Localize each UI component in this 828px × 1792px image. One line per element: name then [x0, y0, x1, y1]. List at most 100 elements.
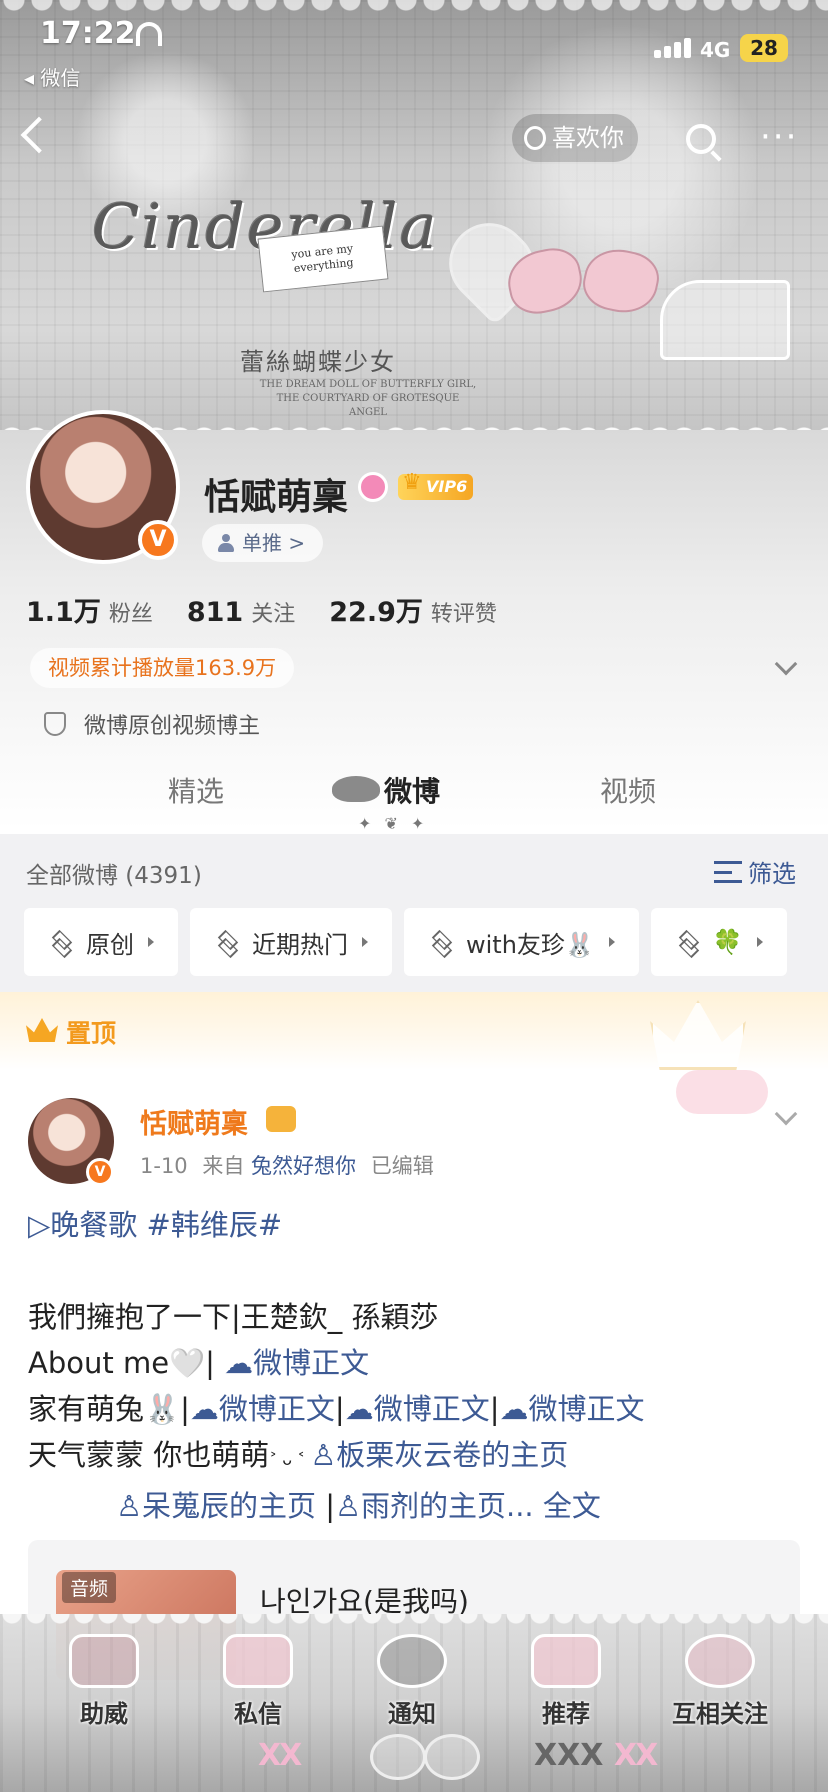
post-date: 1-10 [140, 1154, 188, 1178]
pinned-label: 置顶 [66, 1019, 117, 1048]
post-body: ▷晚餐歌 #韩维辰# 我們擁抱了一下|王楚欽_ 孫穎莎 About me🤍| ☁… [28, 1202, 808, 1529]
chip-recent-hot[interactable]: 近期热门 [190, 908, 392, 976]
nav-messages[interactable]: 私信 [198, 1634, 318, 1734]
nav-cheer[interactable]: 助威 [44, 1634, 164, 1734]
bunny-icon [377, 1634, 447, 1688]
piano-icon [660, 280, 790, 360]
filter-button[interactable]: 筛选 [714, 854, 796, 889]
post-line: 我們擁抱了一下|王楚欽_ 孫穎莎 [28, 1300, 439, 1334]
crown-decoration-icon [650, 1000, 746, 1070]
single-push-button[interactable]: 单推 > [202, 524, 324, 562]
video-play-count[interactable]: 视频累计播放量163.9万 [30, 648, 295, 688]
xx-decoration: XX [258, 1738, 302, 1773]
separator: | [334, 1392, 345, 1426]
chip-clover[interactable]: 🍀 [650, 908, 787, 976]
triangle-right-icon [148, 937, 154, 947]
signal-icon [654, 36, 694, 58]
single-push-label: 单推 > [242, 531, 306, 555]
weibo-post-link[interactable]: ☁微博正文 [345, 1392, 490, 1426]
filter-label: 筛选 [748, 860, 796, 888]
chip-label: with友珍🐰 [466, 930, 595, 959]
stat-num: 1.1万 [26, 597, 101, 628]
nav-label: 推荐 [542, 1700, 590, 1728]
chevron-down-icon[interactable] [774, 1102, 798, 1126]
post-source-link[interactable]: 兔然好想你 [251, 1154, 356, 1178]
post-line: ♙呆蒐辰的主页 |♙雨剂的主页... 全文 [28, 1483, 808, 1529]
profile-username: 恬赋萌稟 [204, 477, 349, 518]
weibo-post-link[interactable]: ☁微博正文 [224, 1346, 369, 1380]
profile-tabs: 精选 微博 视频 ✦ ❦ ✦ [0, 760, 828, 833]
pink-badge-icon[interactable] [358, 472, 388, 502]
verified-badge-icon: V [86, 1158, 114, 1186]
layers-icon [50, 931, 72, 953]
back-to-app-link[interactable]: ◂ 微信 [24, 62, 80, 91]
layers-icon [430, 931, 452, 953]
tab-weibo[interactable]: 微博 [384, 770, 440, 810]
stat-label: 转评赞 [430, 602, 497, 627]
chip-with-friend[interactable]: with友珍🐰 [404, 908, 639, 976]
xxx-decoration: XXX [534, 1738, 604, 1773]
creator-label: 微博原创视频博主 [84, 714, 261, 739]
more-icon[interactable]: ··· [760, 120, 798, 154]
verified-badge-icon: V [138, 520, 178, 560]
post-text: 天气蒙蒙 你也萌萌 [28, 1438, 270, 1472]
post-text: About me🤍| [28, 1346, 225, 1380]
heart-crown-icon [69, 1634, 139, 1688]
weibo-post-link[interactable]: ☁微博正文 [190, 1392, 335, 1426]
tab-featured[interactable]: 精选 [168, 770, 224, 810]
tab-video[interactable]: 视频 [600, 770, 656, 810]
post-edited: 已编辑 [370, 1154, 434, 1178]
search-icon[interactable] [686, 124, 716, 154]
post-meta: 1-10 来自 兔然好想你 已编辑 [140, 1150, 434, 1180]
chip-label: 🍀 [712, 928, 743, 956]
post-author[interactable]: 恬赋萌稟 [140, 1102, 248, 1141]
chip-original[interactable]: 原创 [24, 908, 178, 976]
stat-interactions[interactable]: 22.9万 转评赞 [329, 590, 497, 629]
banner-card: you are my everything [257, 225, 389, 293]
like-you-button[interactable]: 喜欢你 [512, 114, 638, 162]
nav-mutual-follow[interactable]: 互相关注 [660, 1634, 780, 1734]
emoticon: ˃ ᴗ ˂ [269, 1450, 311, 1469]
nav-recommend[interactable]: 推荐 [506, 1634, 626, 1734]
layers-icon [216, 931, 238, 953]
nav-notifications[interactable]: 通知 [352, 1634, 472, 1734]
vip-crown-icon [266, 1106, 296, 1132]
bottom-nav-bar: 助威 私信 通知 推荐 互相关注 XX XXX XX [0, 1614, 828, 1792]
post-line: 天气蒙蒙 你也萌萌˃ ᴗ ˂ ♙板栗灰云卷的主页 [28, 1432, 808, 1483]
weibo-post-link[interactable]: ☁微博正文 [499, 1392, 644, 1426]
battery-icon: 28 [740, 34, 788, 62]
chip-label: 近期热门 [252, 930, 348, 959]
triangle-right-icon [756, 937, 763, 947]
like-you-label: 喜欢你 [552, 124, 624, 152]
pink-bow-icon [223, 1634, 293, 1688]
separator: | [316, 1489, 335, 1523]
triangle-right-icon [362, 937, 368, 947]
pinned-bar: 置顶 [0, 992, 828, 1070]
pink-bow-icon [508, 240, 658, 350]
lace-decoration-bottom-bar [0, 1614, 828, 1628]
user-home-link[interactable]: ♙呆蒐辰的主页 [116, 1489, 316, 1523]
nav-label: 私信 [234, 1700, 282, 1728]
profile-stats: 1.1万 粉丝 811 关注 22.9万 转评赞 [26, 590, 497, 629]
filter-chips: 原创 近期热门 with友珍🐰 🍀 [24, 908, 787, 976]
user-home-link[interactable]: ♙板栗灰云卷的主页 [310, 1438, 568, 1472]
nav-label: 助威 [80, 1700, 128, 1728]
post-line: 家有萌兔🐰|☁微博正文|☁微博正文|☁微博正文 [28, 1386, 808, 1432]
stat-following[interactable]: 811 关注 [187, 596, 295, 628]
post-audio-topic-link[interactable]: ▷晚餐歌 #韩维辰# [28, 1202, 808, 1248]
status-time: 17:22 [40, 16, 136, 51]
cake-decoration-icon [676, 1070, 768, 1114]
top-nav-bar: 喜欢你 ··· [0, 110, 828, 170]
back-icon[interactable] [20, 116, 58, 154]
stat-label: 关注 [251, 602, 296, 627]
read-full-link[interactable]: 全文 [534, 1489, 601, 1523]
post-text: 家有萌兔🐰| [28, 1392, 190, 1426]
bunny-icon [524, 126, 546, 150]
vip-badge[interactable]: VIP6 [398, 470, 474, 500]
user-home-link[interactable]: ♙雨剂的主页... [335, 1489, 534, 1523]
status-bar: 17:22 ◂ 微信 4G 28 [0, 0, 828, 91]
stat-followers[interactable]: 1.1万 粉丝 [26, 590, 153, 629]
filter-area: 全部微博 (4391) 筛选 原创 近期热门 with友珍🐰 🍀 [0, 834, 828, 992]
cake-icon [531, 1634, 601, 1688]
